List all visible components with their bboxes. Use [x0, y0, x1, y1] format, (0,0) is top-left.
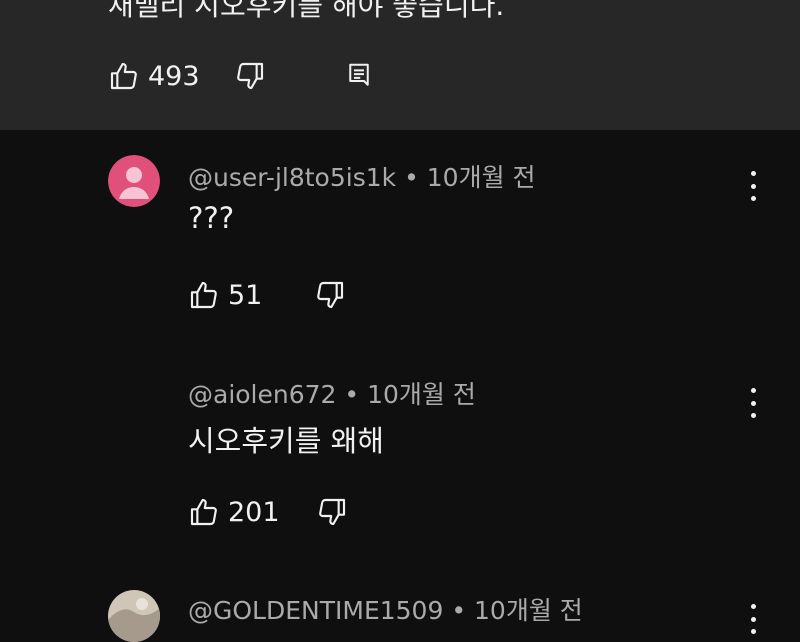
more-options-icon[interactable]	[748, 388, 758, 418]
like-icon[interactable]	[108, 60, 140, 92]
comment-author[interactable]: @user-jl8to5is1k	[188, 163, 396, 192]
like-icon[interactable]	[188, 279, 220, 311]
top-comment-text: 재밸리 시오후키를 해야 좋습니다.	[108, 0, 505, 22]
comment-meta: @aiolen672 • 10개월 전	[188, 375, 476, 411]
meta-separator: •	[404, 163, 419, 192]
dislike-icon[interactable]	[316, 496, 348, 528]
like-count: 493	[148, 60, 200, 92]
like-icon[interactable]	[188, 496, 220, 528]
avatar[interactable]	[108, 155, 160, 207]
dislike-icon[interactable]	[314, 279, 346, 311]
comment-time: 10개월 전	[426, 163, 536, 192]
top-comment-actions: 493	[108, 60, 374, 92]
comment-text: 시오후키를 왜해	[188, 424, 384, 458]
reply-comment: @user-jl8to5is1k • 10개월 전 ??? 51	[108, 155, 800, 325]
like-count: 201	[228, 496, 280, 528]
comment-author[interactable]: @GOLDENTIME1509	[188, 596, 443, 625]
more-options-icon[interactable]	[748, 171, 758, 201]
reply-icon[interactable]	[344, 61, 374, 91]
comment-actions: 201	[188, 496, 348, 528]
like-count: 51	[228, 279, 263, 311]
meta-separator: •	[344, 380, 360, 409]
avatar[interactable]	[108, 372, 160, 424]
comment-meta: @GOLDENTIME1509 • 10개월 전	[188, 591, 583, 627]
dislike-icon[interactable]	[234, 60, 266, 92]
comment-text: ???	[188, 201, 235, 235]
meta-separator: •	[451, 596, 467, 625]
reply-comment: @aiolen672 • 10개월 전 시오후키를 왜해 201	[108, 372, 800, 542]
comment-author[interactable]: @aiolen672	[188, 380, 336, 409]
comment-time: 10개월 전	[367, 380, 476, 409]
comment-actions: 51	[188, 279, 346, 311]
comment-meta: @user-jl8to5is1k • 10개월 전	[188, 158, 536, 194]
avatar[interactable]	[108, 590, 160, 642]
reply-comment: @GOLDENTIME1509 • 10개월 전	[108, 588, 800, 642]
top-comment: 재밸리 시오후키를 해야 좋습니다. 493	[0, 0, 800, 130]
comment-time: 10개월 전	[474, 596, 583, 625]
